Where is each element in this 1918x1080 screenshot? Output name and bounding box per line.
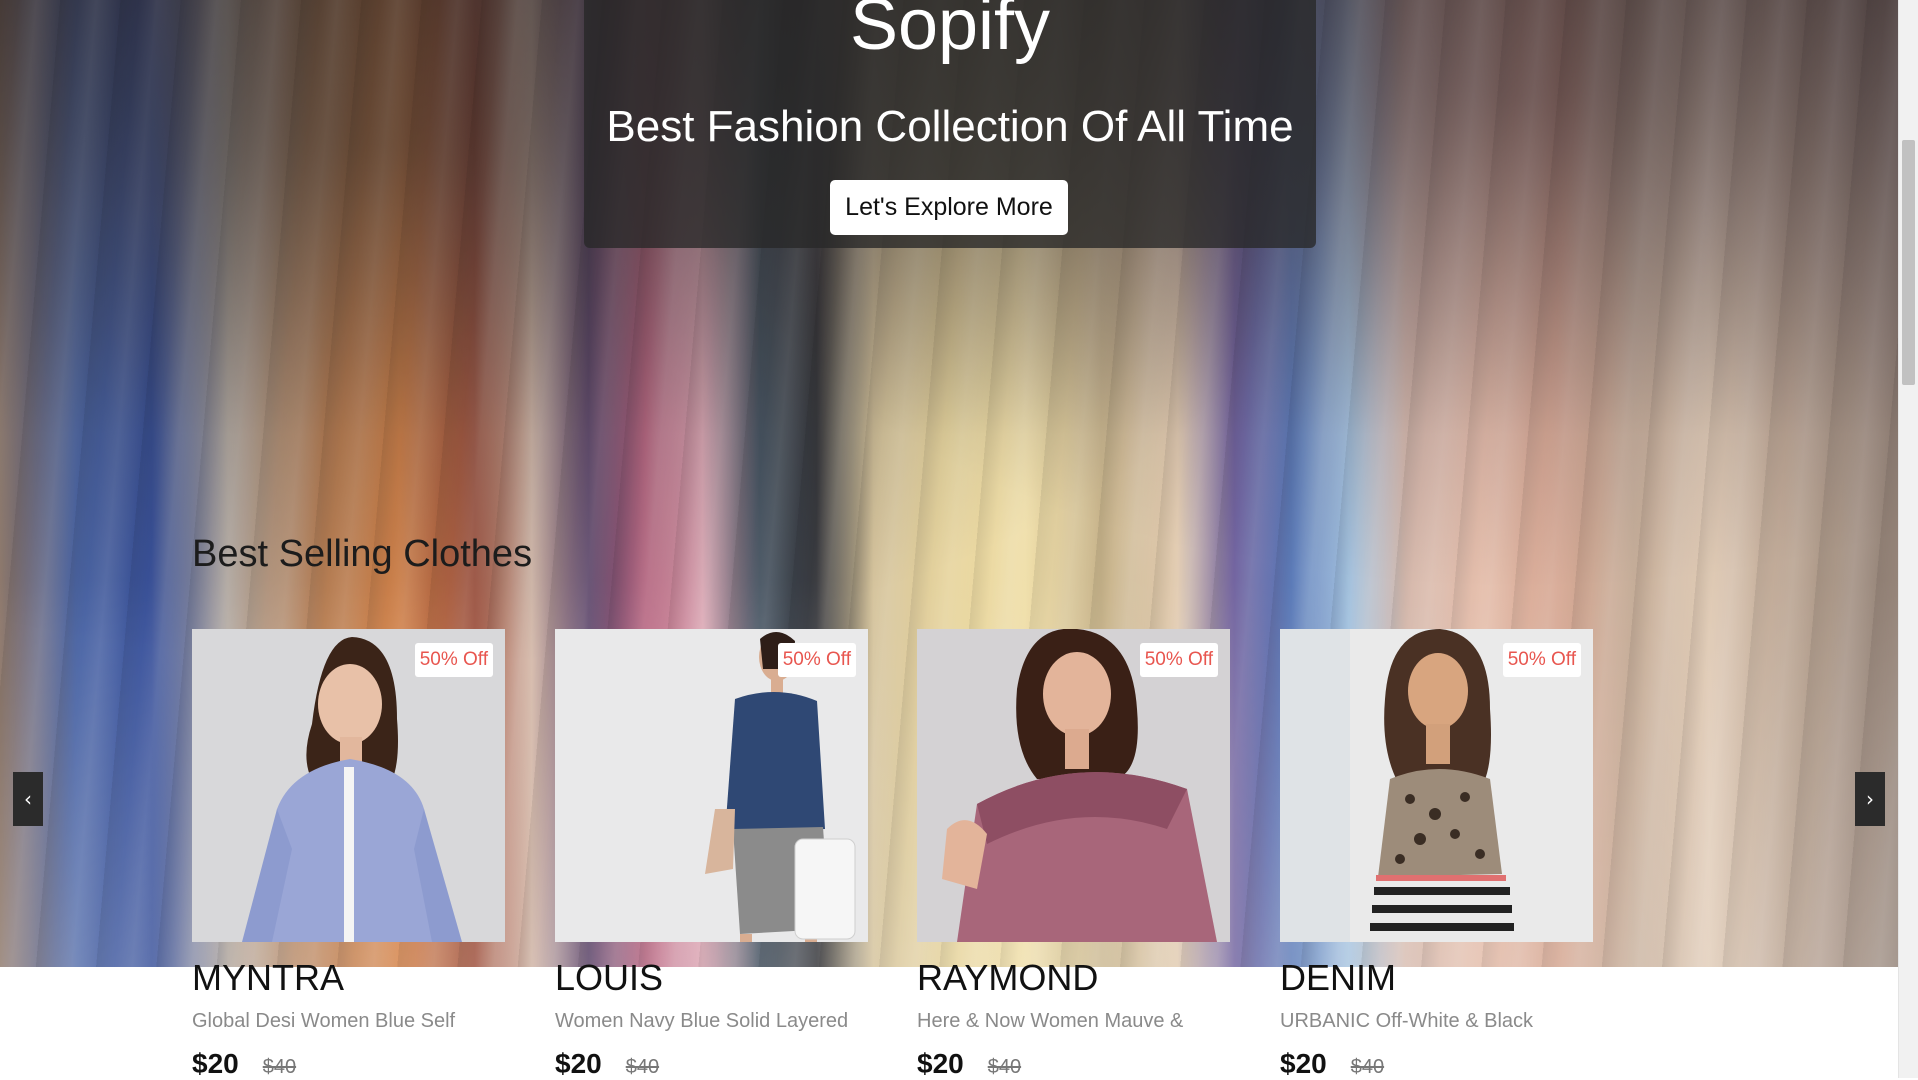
product-old-price: $40 xyxy=(625,1056,660,1078)
chevron-left-icon: ‹ xyxy=(24,787,32,811)
product-price-row: $20 $40 xyxy=(192,1048,505,1080)
product-description: Here & Now Women Mauve & xyxy=(917,1010,1184,1032)
product-brand[interactable]: LOUIS xyxy=(555,958,868,998)
product-image[interactable]: 50% Off xyxy=(192,629,505,942)
product-price: $20 xyxy=(917,1048,964,1079)
product-brand[interactable]: MYNTRA xyxy=(192,958,505,998)
product-old-price: $40 xyxy=(262,1056,297,1078)
product-description: Women Navy Blue Solid Layered xyxy=(555,1010,849,1032)
carousel-prev-button[interactable]: ‹ xyxy=(13,772,43,826)
product-price-row: $20 $40 xyxy=(1280,1048,1593,1080)
discount-badge: 50% Off xyxy=(414,643,493,677)
product-price: $20 xyxy=(192,1048,239,1079)
product-card[interactable]: 50% Off MYNTRA Global Desi Women Blue Se… xyxy=(192,629,505,1080)
product-price: $20 xyxy=(555,1048,602,1079)
page-scrollbar[interactable] xyxy=(1898,0,1918,1078)
product-old-price: $40 xyxy=(1350,1056,1385,1078)
explore-more-button[interactable]: Let's Explore More xyxy=(830,180,1068,235)
chevron-right-icon: › xyxy=(1866,787,1874,811)
product-card[interactable]: 50% Off LOUIS Women Navy Blue Solid Laye… xyxy=(555,629,868,1080)
product-image[interactable]: 50% Off xyxy=(1280,629,1593,942)
product-card[interactable]: 50% Off RAYMOND Here & Now Women Mauve &… xyxy=(917,629,1230,1080)
product-price: $20 xyxy=(1280,1048,1327,1079)
discount-badge: 50% Off xyxy=(1139,643,1218,677)
product-image[interactable]: 50% Off xyxy=(917,629,1230,942)
product-image[interactable]: 50% Off xyxy=(555,629,868,942)
product-price-row: $20 $40 xyxy=(917,1048,1230,1080)
carousel-next-button[interactable]: › xyxy=(1855,772,1885,826)
hero-banner: Sopify Best Fashion Collection Of All Ti… xyxy=(584,0,1316,248)
product-description: Global Desi Women Blue Self xyxy=(192,1010,456,1032)
product-brand[interactable]: DENIM xyxy=(1280,958,1593,998)
product-price-row: $20 $40 xyxy=(555,1048,868,1080)
site-logo-title: Sopify xyxy=(849,0,1051,65)
discount-badge: 50% Off xyxy=(777,643,856,677)
product-brand[interactable]: RAYMOND xyxy=(917,958,1230,998)
hero-tagline: Best Fashion Collection Of All Time xyxy=(606,102,1294,151)
section-title: Best Selling Clothes xyxy=(192,533,533,575)
discount-badge: 50% Off xyxy=(1502,643,1581,677)
product-old-price: $40 xyxy=(987,1056,1022,1078)
scrollbar-thumb[interactable] xyxy=(1902,140,1915,385)
product-card[interactable]: 50% Off DENIM URBANIC Off-White & Black … xyxy=(1280,629,1593,1080)
product-description: URBANIC Off-White & Black xyxy=(1280,1010,1534,1032)
